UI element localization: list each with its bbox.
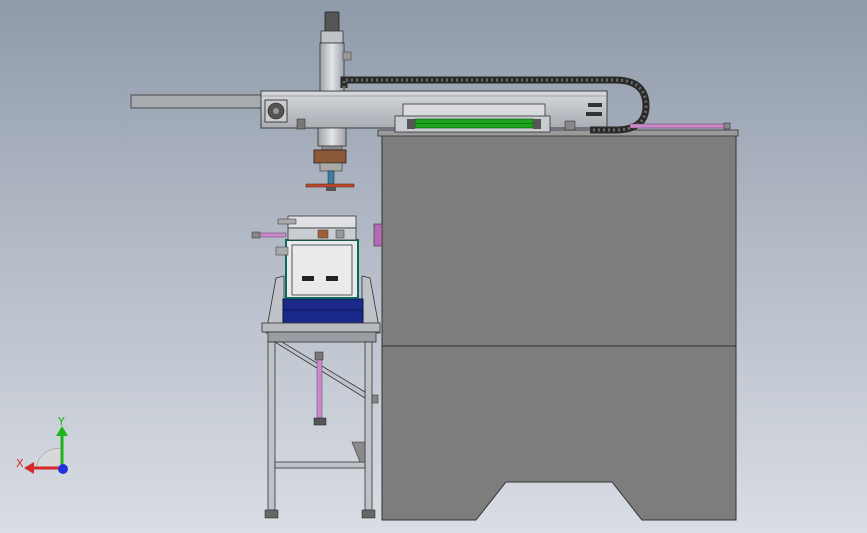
feeder-stand (264, 341, 379, 519)
gripper-bar (305, 183, 355, 188)
x-axis-label: X (16, 457, 24, 470)
z-axis-dot (58, 464, 68, 474)
y-axis-label: Y (57, 415, 65, 428)
cad-viewport[interactable]: Y X (0, 0, 867, 533)
rotary-head (313, 149, 347, 164)
machine-model[interactable]: Y X (0, 0, 867, 533)
pneumatic-tube (629, 122, 731, 130)
x-axis-arrowhead (24, 462, 34, 474)
side-connector (373, 223, 383, 247)
main-cabinet[interactable] (373, 129, 739, 521)
feeder-station[interactable] (251, 215, 381, 343)
coordinate-triad: Y X (16, 415, 68, 474)
gantry-arm[interactable] (130, 90, 608, 133)
